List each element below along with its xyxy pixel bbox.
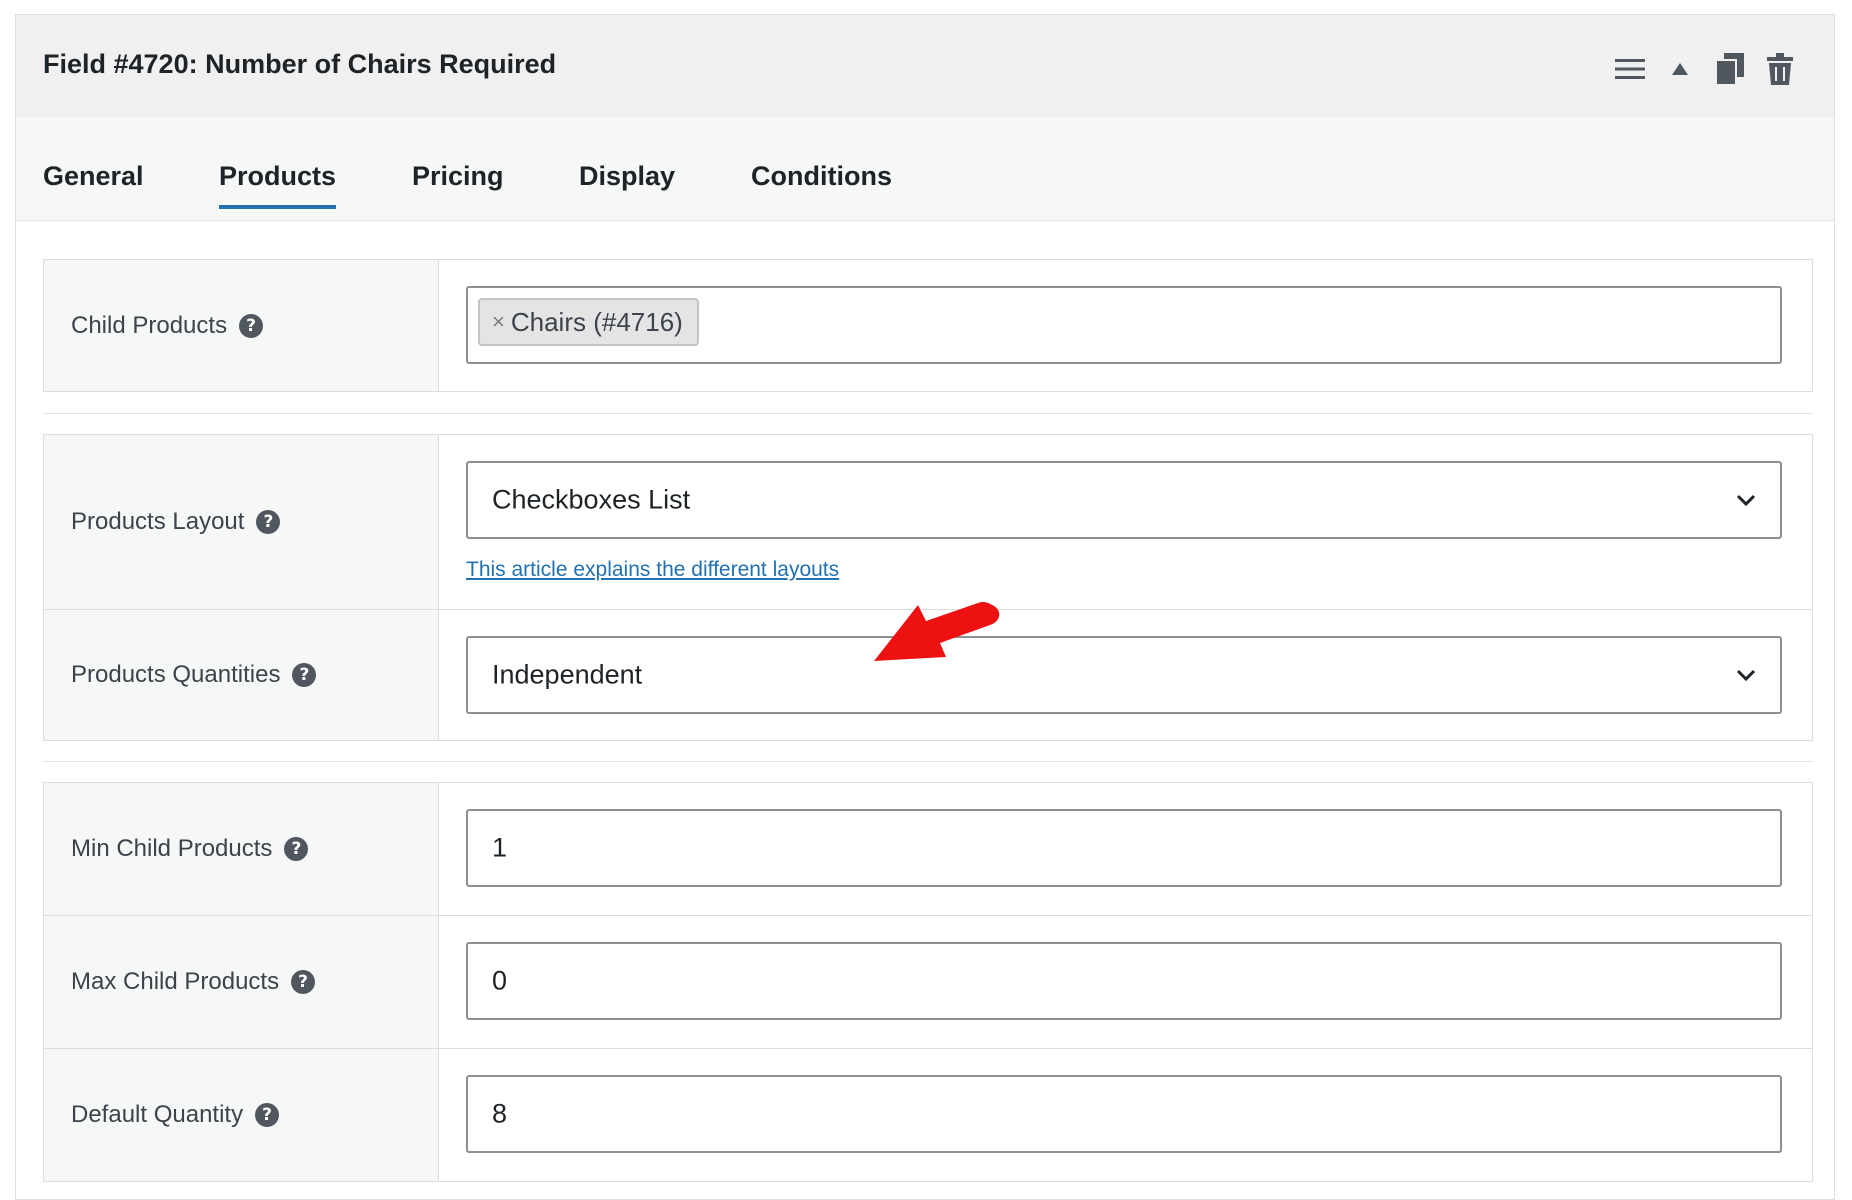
min-child-label: Min Child Products ? bbox=[44, 783, 439, 915]
quantity-limits-group: Min Child Products ? 1 Max Child Product… bbox=[43, 782, 1813, 1182]
default-quantity-value: 8 bbox=[492, 1098, 508, 1129]
child-products-select[interactable]: × Chairs (#4716) bbox=[466, 286, 1782, 364]
help-icon[interactable]: ? bbox=[256, 510, 281, 534]
tab-pricing[interactable]: Pricing bbox=[412, 161, 504, 192]
field-title: Field #4720: Number of Chairs Required bbox=[43, 49, 557, 79]
field-panel: Field #4720: Number of Chairs Required G… bbox=[15, 14, 1835, 1200]
max-child-row: Max Child Products ? 0 bbox=[44, 916, 1812, 1049]
child-products-row: Child Products ? × Chairs (#4716) bbox=[44, 260, 1812, 391]
header-actions bbox=[1614, 53, 1796, 85]
layouts-article-link[interactable]: This article explains the different layo… bbox=[466, 558, 839, 582]
tab-conditions[interactable]: Conditions bbox=[751, 161, 892, 192]
duplicate-icon[interactable] bbox=[1714, 53, 1746, 85]
help-icon[interactable]: ? bbox=[284, 837, 309, 861]
tab-products[interactable]: Products bbox=[219, 161, 337, 209]
max-child-label: Max Child Products ? bbox=[44, 916, 439, 1048]
max-child-input[interactable]: 0 bbox=[466, 942, 1782, 1020]
help-icon[interactable]: ? bbox=[255, 1103, 280, 1127]
child-products-group: Child Products ? × Chairs (#4716) bbox=[43, 259, 1813, 392]
products-layout-label: Products Layout ? bbox=[44, 435, 439, 609]
products-quantities-label: Products Quantities ? bbox=[44, 610, 439, 740]
help-icon[interactable]: ? bbox=[239, 313, 264, 338]
annotation-arrow-icon bbox=[874, 601, 1000, 661]
tab-display[interactable]: Display bbox=[579, 161, 675, 192]
products-quantities-select[interactable]: Independent bbox=[466, 636, 1782, 714]
min-child-row: Min Child Products ? 1 bbox=[44, 783, 1812, 916]
section-divider bbox=[43, 413, 1813, 414]
tab-bar: General Products Pricing Display Conditi… bbox=[16, 117, 1834, 221]
trash-icon[interactable] bbox=[1764, 53, 1796, 85]
default-quantity-row: Default Quantity ? 8 bbox=[44, 1049, 1812, 1181]
products-layout-row: Products Layout ? Checkboxes List This a… bbox=[44, 435, 1812, 610]
field-header[interactable]: Field #4720: Number of Chairs Required bbox=[16, 15, 1834, 118]
child-products-label: Child Products ? bbox=[44, 260, 439, 391]
default-quantity-label: Default Quantity ? bbox=[44, 1049, 439, 1181]
help-icon[interactable]: ? bbox=[291, 970, 316, 994]
section-divider bbox=[43, 761, 1813, 762]
max-child-value: 0 bbox=[492, 965, 508, 996]
layout-group: Products Layout ? Checkboxes List This a… bbox=[43, 434, 1813, 741]
products-layout-select[interactable]: Checkboxes List bbox=[466, 461, 1782, 539]
help-icon[interactable]: ? bbox=[292, 663, 317, 687]
min-child-input[interactable]: 1 bbox=[466, 809, 1782, 887]
products-quantities-value: Independent bbox=[492, 659, 643, 690]
remove-token-icon[interactable]: × bbox=[492, 309, 505, 335]
menu-icon[interactable] bbox=[1614, 53, 1646, 85]
min-child-value: 1 bbox=[492, 832, 508, 863]
token-label: Chairs (#4716) bbox=[510, 306, 683, 337]
default-quantity-input[interactable]: 8 bbox=[466, 1075, 1782, 1153]
selected-product-token: × Chairs (#4716) bbox=[478, 298, 699, 346]
tab-general[interactable]: General bbox=[43, 161, 144, 192]
chevron-down-icon bbox=[1736, 494, 1756, 507]
products-layout-value: Checkboxes List bbox=[492, 484, 691, 515]
collapse-icon[interactable] bbox=[1664, 53, 1696, 85]
chevron-down-icon bbox=[1736, 669, 1756, 682]
